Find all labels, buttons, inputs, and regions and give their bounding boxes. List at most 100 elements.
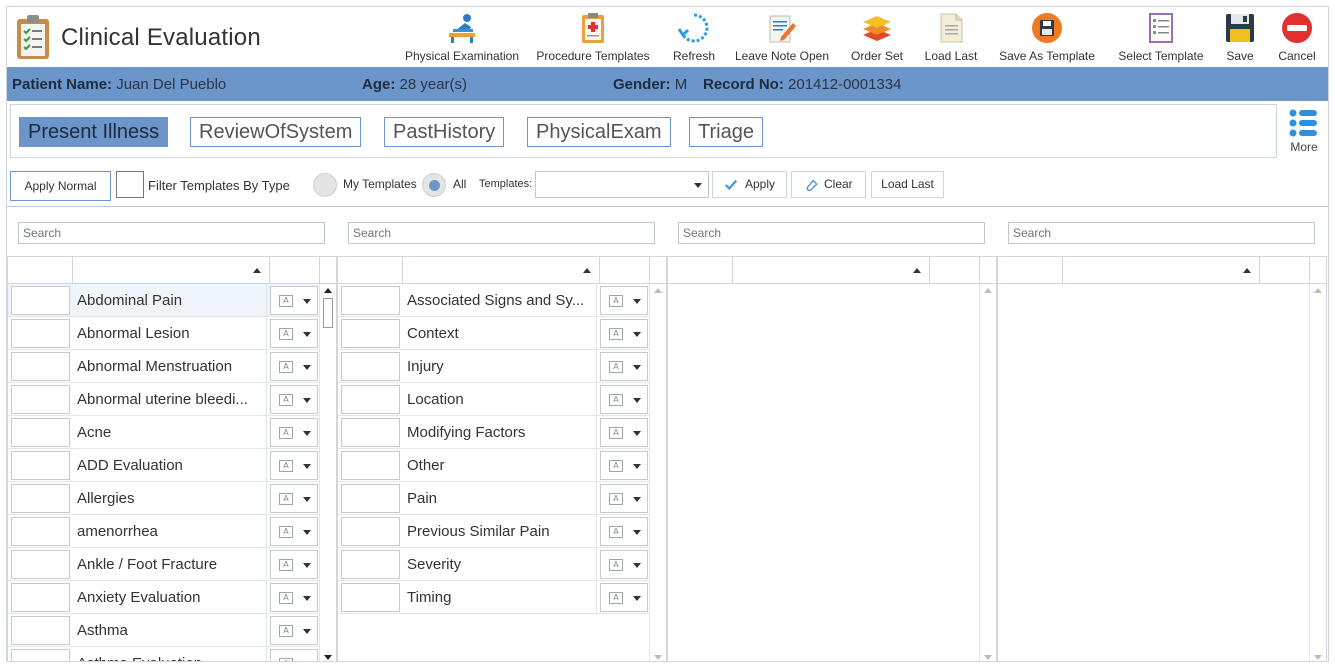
vertical-scrollbar[interactable] bbox=[649, 284, 666, 661]
row-value-input[interactable] bbox=[11, 418, 70, 447]
text-type-dropdown[interactable]: A bbox=[600, 517, 648, 546]
text-type-dropdown[interactable]: A bbox=[270, 649, 318, 661]
text-type-dropdown[interactable]: A bbox=[600, 451, 648, 480]
leave-note-open-button[interactable]: Leave Note Open bbox=[733, 7, 831, 67]
text-type-dropdown[interactable]: A bbox=[600, 352, 648, 381]
text-type-dropdown[interactable]: A bbox=[270, 484, 318, 513]
load-last-button[interactable]: Load Last bbox=[871, 171, 944, 198]
grid-header-name[interactable] bbox=[1063, 257, 1260, 284]
text-type-dropdown[interactable]: A bbox=[270, 451, 318, 480]
scroll-down-icon[interactable] bbox=[984, 655, 992, 660]
row-value-input[interactable] bbox=[11, 616, 70, 645]
table-row[interactable]: Modifying Factors A bbox=[338, 416, 650, 449]
table-row[interactable]: Location A bbox=[338, 383, 650, 416]
text-type-dropdown[interactable]: A bbox=[270, 616, 318, 645]
all-templates-radio[interactable] bbox=[422, 173, 446, 197]
tab-past-history[interactable]: PastHistory bbox=[384, 117, 505, 147]
grid-header-name[interactable] bbox=[73, 257, 270, 284]
tab-present-illness[interactable]: Present Illness bbox=[19, 117, 169, 147]
tab-physical-exam[interactable]: PhysicalExam bbox=[527, 117, 671, 147]
grid-header-name[interactable] bbox=[733, 257, 930, 284]
tab-triage[interactable]: Triage bbox=[689, 117, 763, 147]
row-value-input[interactable] bbox=[341, 550, 400, 579]
tab-review-of-system[interactable]: ReviewOfSystem bbox=[190, 117, 362, 147]
text-type-dropdown[interactable]: A bbox=[600, 583, 648, 612]
text-type-dropdown[interactable]: A bbox=[600, 550, 648, 579]
row-value-input[interactable] bbox=[11, 286, 70, 315]
text-type-dropdown[interactable]: A bbox=[600, 385, 648, 414]
table-row[interactable]: Ankle / Foot Fracture A bbox=[8, 548, 320, 581]
search-input[interactable] bbox=[1008, 222, 1315, 244]
row-value-input[interactable] bbox=[11, 319, 70, 348]
text-type-dropdown[interactable]: A bbox=[270, 418, 318, 447]
row-value-input[interactable] bbox=[341, 517, 400, 546]
scroll-up-icon[interactable] bbox=[654, 288, 662, 293]
scroll-up-icon[interactable] bbox=[324, 288, 332, 293]
row-value-input[interactable] bbox=[11, 550, 70, 579]
text-type-dropdown[interactable]: A bbox=[270, 385, 318, 414]
text-type-dropdown[interactable]: A bbox=[270, 550, 318, 579]
save-button[interactable]: Save bbox=[1217, 7, 1263, 67]
row-value-input[interactable] bbox=[341, 352, 400, 381]
text-type-dropdown[interactable]: A bbox=[600, 418, 648, 447]
row-value-input[interactable] bbox=[341, 385, 400, 414]
table-row[interactable]: Allergies A bbox=[8, 482, 320, 515]
table-row[interactable]: Abdominal Pain A bbox=[8, 284, 320, 317]
row-value-input[interactable] bbox=[11, 583, 70, 612]
table-row[interactable]: Associated Signs and Sy... A bbox=[338, 284, 650, 317]
row-value-input[interactable] bbox=[341, 418, 400, 447]
table-row[interactable]: Abnormal Lesion A bbox=[8, 317, 320, 350]
table-row[interactable]: Injury A bbox=[338, 350, 650, 383]
table-row[interactable]: Anxiety Evaluation A bbox=[8, 581, 320, 614]
scroll-down-icon[interactable] bbox=[1314, 655, 1322, 660]
row-value-input[interactable] bbox=[11, 484, 70, 513]
scroll-down-icon[interactable] bbox=[324, 655, 332, 660]
table-row[interactable]: Abnormal uterine bleedi... A bbox=[8, 383, 320, 416]
table-row[interactable]: Acne A bbox=[8, 416, 320, 449]
row-value-input[interactable] bbox=[341, 583, 400, 612]
refresh-button[interactable]: Refresh bbox=[666, 7, 722, 67]
table-row[interactable]: Other A bbox=[338, 449, 650, 482]
vertical-scrollbar[interactable] bbox=[1309, 284, 1326, 661]
scroll-up-icon[interactable] bbox=[1314, 288, 1322, 293]
table-row[interactable]: amenorrhea A bbox=[8, 515, 320, 548]
scroll-thumb[interactable] bbox=[323, 298, 333, 328]
apply-normal-button[interactable]: Apply Normal bbox=[10, 171, 111, 201]
search-input[interactable] bbox=[348, 222, 655, 244]
table-row[interactable]: Asthma Evaluation A bbox=[8, 647, 320, 661]
save-as-template-button[interactable]: Save As Template bbox=[997, 7, 1097, 67]
text-type-dropdown[interactable]: A bbox=[600, 319, 648, 348]
text-type-dropdown[interactable]: A bbox=[270, 583, 318, 612]
table-row[interactable]: Asthma A bbox=[8, 614, 320, 647]
procedure-templates-button[interactable]: Procedure Templates bbox=[533, 7, 653, 67]
text-type-dropdown[interactable]: A bbox=[270, 319, 318, 348]
text-type-dropdown[interactable]: A bbox=[600, 286, 648, 315]
text-type-dropdown[interactable]: A bbox=[600, 484, 648, 513]
table-row[interactable]: ADD Evaluation A bbox=[8, 449, 320, 482]
table-row[interactable]: Severity A bbox=[338, 548, 650, 581]
row-value-input[interactable] bbox=[11, 451, 70, 480]
row-value-input[interactable] bbox=[341, 484, 400, 513]
row-value-input[interactable] bbox=[341, 451, 400, 480]
table-row[interactable]: Pain A bbox=[338, 482, 650, 515]
filter-by-type-checkbox[interactable] bbox=[116, 171, 144, 198]
grid-header-name[interactable] bbox=[403, 257, 600, 284]
text-type-dropdown[interactable]: A bbox=[270, 286, 318, 315]
more-button[interactable]: More bbox=[1279, 104, 1328, 158]
text-type-dropdown[interactable]: A bbox=[270, 517, 318, 546]
table-row[interactable]: Timing A bbox=[338, 581, 650, 614]
clear-button[interactable]: Clear bbox=[791, 171, 866, 198]
cancel-button[interactable]: Cancel bbox=[1273, 7, 1321, 67]
vertical-scrollbar[interactable] bbox=[979, 284, 996, 661]
row-value-input[interactable] bbox=[11, 352, 70, 381]
text-type-dropdown[interactable]: A bbox=[270, 352, 318, 381]
row-value-input[interactable] bbox=[341, 319, 400, 348]
apply-button[interactable]: Apply bbox=[712, 171, 787, 198]
order-set-button[interactable]: Order Set bbox=[847, 7, 907, 67]
select-template-button[interactable]: Select Template bbox=[1115, 7, 1207, 67]
row-value-input[interactable] bbox=[11, 517, 70, 546]
templates-select[interactable] bbox=[535, 171, 709, 198]
row-value-input[interactable] bbox=[341, 286, 400, 315]
my-templates-radio[interactable] bbox=[313, 173, 337, 197]
load-last-toolbar-button[interactable]: Load Last bbox=[919, 7, 983, 67]
